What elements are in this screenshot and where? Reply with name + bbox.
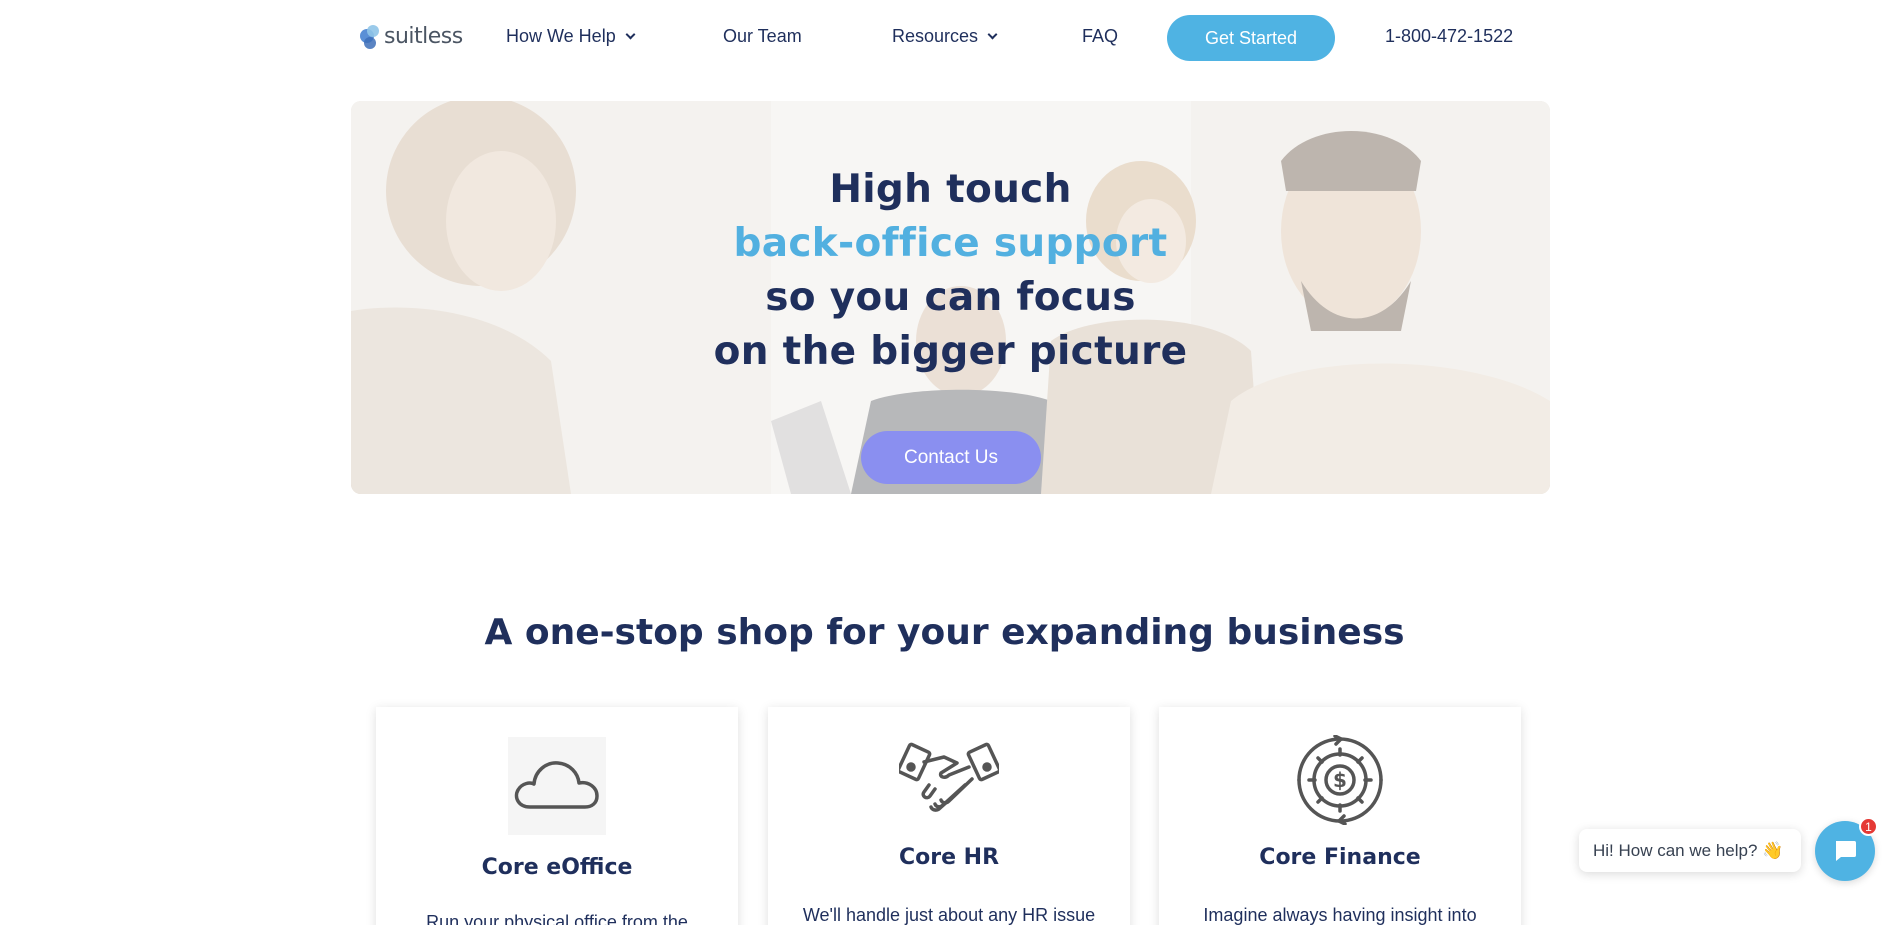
card-title: Core eOffice [481,855,633,880]
chevron-down-icon [987,29,998,40]
notification-badge: 1 [1859,817,1878,836]
hero-headline-line2: back-office support [733,221,1168,266]
nav-how-we-help-label: How We Help [506,26,616,46]
nav-our-team-label: Our Team [723,26,802,46]
card-description: Run your physical office from the [426,912,688,925]
hero-headline-line4: on the bigger picture [713,329,1188,374]
nav-how-we-help[interactable]: How We Help [506,26,636,47]
chevron-down-icon [625,29,636,40]
hero-headline-line1: High touch [829,167,1072,212]
card-title: Core HR [898,845,1000,870]
nav-resources-label: Resources [892,26,979,46]
nav-resources[interactable]: Resources [892,26,998,47]
section-title: A one-stop shop for your expanding busin… [484,612,1405,653]
gear-dollar-icon: $ [1297,735,1383,825]
logo-text: suitless [384,24,463,49]
handshake-icon [899,742,999,812]
hero-headline-line3: so you can focus [765,275,1136,320]
phone-link[interactable]: 1-800-472-1522 [1385,26,1513,47]
card-title: Core Finance [1259,845,1421,870]
logo-mark-icon [360,24,382,49]
card-core-hr[interactable]: Core HR We'll handle just about any HR i… [768,707,1130,925]
nav-faq[interactable]: FAQ [1082,26,1118,47]
card-core-eoffice[interactable]: Core eOffice Run your physical office fr… [376,707,738,925]
chat-greeting-text: Hi! How can we help? 👋 [1593,840,1784,860]
contact-us-button[interactable]: Contact Us [861,431,1041,484]
get-started-button[interactable]: Get Started [1167,15,1335,61]
chat-greeting-bubble[interactable]: Hi! How can we help? 👋 [1579,829,1801,872]
top-navigation: suitless How We Help Our Team Resources … [0,0,1889,76]
card-description: We'll handle just about any HR issue [802,905,1096,925]
hero-banner: High touch back-office support so you ca… [351,101,1550,494]
phone-number: 1-800-472-1522 [1385,26,1514,46]
chat-icon [1836,841,1856,861]
card-description: Imagine always having insight into [1203,905,1477,925]
svg-text:$: $ [1333,768,1347,792]
cloud-icon [508,737,606,835]
nav-faq-label: FAQ [1082,26,1119,46]
nav-our-team[interactable]: Our Team [723,26,802,47]
card-core-finance[interactable]: $ Core Finance Imagine always having ins… [1159,707,1521,925]
suitless-logo[interactable]: suitless [360,24,463,49]
